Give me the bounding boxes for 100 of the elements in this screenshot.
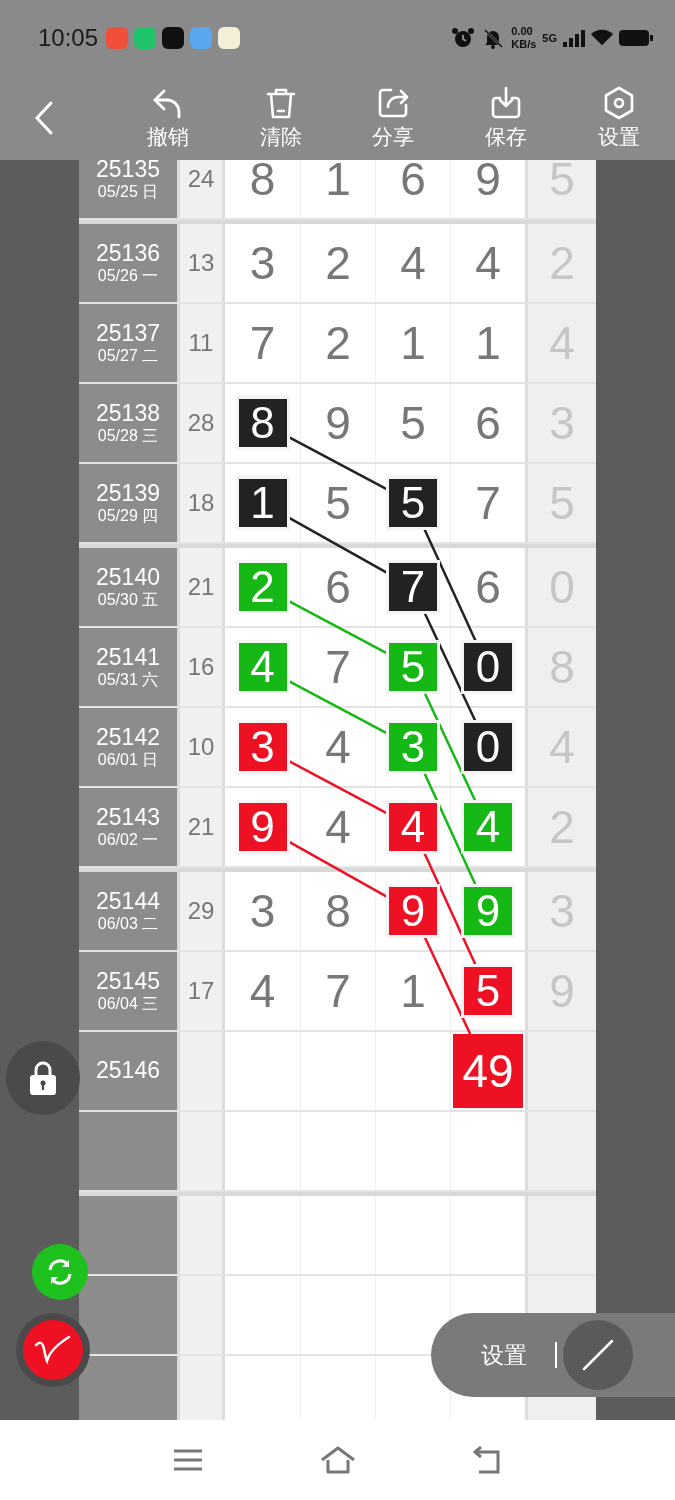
app-icon [134, 26, 157, 49]
digit: 5 [325, 476, 351, 530]
marked-digit[interactable]: 3 [238, 723, 287, 771]
marked-digit[interactable]: 0 [464, 643, 512, 691]
battery-icon [619, 28, 653, 47]
digit: 7 [325, 964, 351, 1018]
digit: 7 [325, 640, 351, 694]
app-icon [162, 26, 185, 49]
sum-cell: 18 [177, 464, 222, 542]
digit: 4 [325, 720, 351, 774]
squiggle-icon [33, 1335, 73, 1365]
draw-date: 06/03 二 [97, 914, 159, 934]
back-icon [472, 1446, 503, 1474]
digit: 8 [249, 160, 276, 206]
marked-digit[interactable]: 4 [464, 803, 512, 851]
digit: 1 [325, 160, 351, 206]
sum-cell: 17 [177, 952, 222, 1030]
digit: 6 [400, 160, 426, 206]
marked-digit[interactable]: 9 [464, 887, 512, 935]
network-type: 5G [542, 31, 557, 44]
digit: 4 [325, 800, 351, 854]
digit: 6 [475, 396, 501, 450]
digit: 2 [325, 316, 351, 370]
marked-digit[interactable]: 9 [238, 803, 287, 851]
marked-digit[interactable]: 3 [389, 723, 437, 771]
sum-cell: 29 [177, 872, 222, 950]
app-icon [218, 26, 241, 49]
draw-date: 05/28 三 [97, 426, 159, 446]
status-time: 10:05 [38, 23, 99, 52]
clear-button[interactable]: 清除 [224, 84, 338, 151]
draw-date: 05/31 六 [97, 670, 159, 690]
marked-digit[interactable]: 7 [389, 563, 437, 611]
issue-number: 25141 [96, 644, 160, 671]
issue-number: 25140 [96, 564, 160, 591]
digit: 4 [249, 964, 276, 1018]
issue-number: 25143 [96, 804, 160, 831]
network-speed: 0.00 [511, 25, 534, 38]
sum-cell: 10 [177, 708, 222, 786]
sum-cell: 28 [177, 384, 222, 462]
draw-date: 05/29 四 [97, 506, 159, 526]
issue-number: 25144 [96, 888, 160, 915]
menu-icon [172, 1448, 203, 1472]
draw-date: 06/01 日 [97, 750, 159, 770]
marked-digit[interactable]: 2 [238, 563, 287, 611]
marked-digit[interactable]: 4 [389, 803, 437, 851]
issue-number: 25136 [96, 240, 160, 267]
draw-date: 06/02 一 [97, 830, 159, 850]
marked-digit[interactable]: 0 [464, 723, 512, 771]
speed-unit: KB/s [511, 37, 537, 50]
draw-date: 05/25 日 [97, 182, 159, 202]
digit: 6 [475, 560, 501, 614]
issue-number: 25145 [96, 968, 160, 995]
draw-date: 05/30 五 [97, 590, 159, 610]
sum-cell: 21 [177, 548, 222, 626]
marked-digit[interactable]: 4 [238, 643, 287, 691]
issue-number: 25142 [96, 724, 160, 751]
draw-date: 06/04 三 [97, 994, 159, 1014]
issue-number: 25137 [96, 320, 160, 347]
marked-digit[interactable]: 1 [238, 479, 287, 527]
digit: 6 [325, 560, 351, 614]
digit: 7 [249, 316, 276, 370]
digit: 1 [400, 964, 426, 1018]
line-icon [580, 1337, 616, 1373]
marked-digit[interactable]: 5 [389, 479, 437, 527]
digit: 9 [475, 160, 501, 206]
alarm-icon [451, 25, 476, 50]
digit: 1 [400, 316, 426, 370]
marked-digit[interactable]: 8 [238, 399, 287, 447]
digit: 3 [249, 884, 276, 938]
marked-digit[interactable]: 5 [389, 643, 437, 691]
sum-cell: 11 [177, 304, 222, 382]
marked-digit[interactable]: 49 [453, 1034, 523, 1108]
digit: 4 [475, 236, 501, 290]
draw-date: 05/26 一 [97, 266, 159, 286]
sum-cell: 13 [177, 224, 222, 302]
wifi-icon [591, 28, 613, 47]
issue-number: 25139 [96, 480, 160, 507]
app-icon [106, 26, 129, 49]
issue-number: 25138 [96, 400, 160, 427]
save-button[interactable]: 保存 [449, 84, 563, 151]
digit: 9 [325, 396, 351, 450]
digit: 5 [400, 396, 426, 450]
marked-digit[interactable]: 9 [389, 887, 437, 935]
digit: 3 [249, 236, 276, 290]
digit: 2 [325, 236, 351, 290]
home-icon [319, 1446, 356, 1474]
app-icon [190, 26, 213, 49]
signal-icon [563, 28, 585, 47]
lock-icon [28, 1060, 58, 1096]
marked-digit[interactable]: 5 [464, 967, 512, 1015]
share-button[interactable]: 分享 [337, 84, 450, 151]
issue-number: 25146 [96, 1058, 160, 1084]
issue-number: 25135 [96, 160, 160, 183]
draw-date: 05/27 二 [97, 346, 159, 366]
settings-button[interactable]: 设置 [562, 84, 675, 151]
digit: 4 [400, 236, 426, 290]
settings-link[interactable]: 设置 [481, 1339, 527, 1371]
sum-cell: 24 [177, 160, 222, 218]
digit: 8 [325, 884, 351, 938]
undo-button[interactable]: 撤销 [111, 84, 225, 151]
